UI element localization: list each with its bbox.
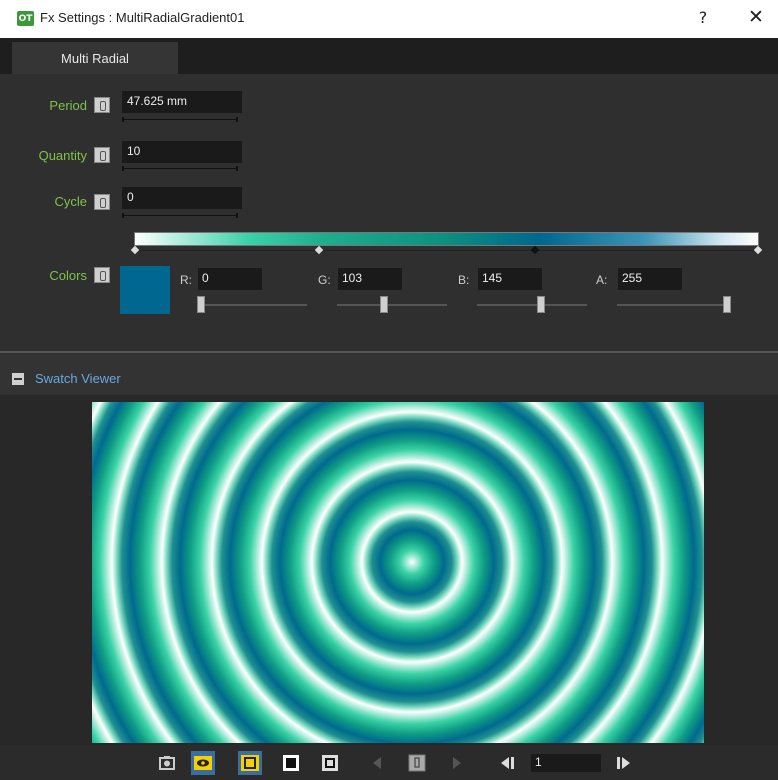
tab-strip: Multi Radial [0,38,778,74]
channel-g-field[interactable]: 103 [338,268,402,290]
help-button[interactable]: ? [693,8,713,27]
camera-icon[interactable] [155,751,179,775]
close-button[interactable]: ✕ [745,6,767,28]
eye-icon[interactable] [191,751,215,775]
channel-g-slider[interactable] [337,304,447,306]
channel-b-thumb[interactable] [537,296,546,313]
gradient-key-0[interactable] [130,245,140,255]
channel-r-slider[interactable] [197,304,307,306]
channel-b-field[interactable]: 145 [478,268,542,290]
channel-a-field[interactable]: 255 [618,268,682,290]
frame-field[interactable]: 1 [531,754,601,772]
channel-a-thumb[interactable] [723,296,731,313]
period-field[interactable]: 47.625 mm [122,91,242,113]
checker-icon[interactable] [318,751,342,775]
channel-g-label: G: [318,273,331,287]
last-frame-icon[interactable] [612,751,636,775]
cycle-field[interactable]: 0 [122,187,242,209]
key-icon[interactable] [94,267,110,283]
swatch-viewer-title[interactable]: Swatch Viewer [35,371,121,386]
channel-r-label: R: [180,273,192,287]
key-icon[interactable] [405,751,429,775]
window-title: Fx Settings : MultiRadialGradient01 [40,10,245,25]
key-icon[interactable] [94,194,110,210]
gradient-key-3[interactable] [753,245,763,255]
gradient-track [134,250,759,251]
channel-b-slider[interactable] [477,304,587,306]
channel-r-thumb[interactable] [197,296,205,313]
prev-icon[interactable] [365,751,389,775]
title-bar: OT Fx Settings : MultiRadialGradient01 ?… [0,0,778,38]
quantity-label: Quantity [38,148,87,163]
gradient-key-selected[interactable] [530,245,540,255]
settings-panel: Period 47.625 mm Quantity 10 Cycle 0 Col… [0,74,778,354]
key-icon[interactable] [94,147,110,163]
colors-label: Colors [49,268,87,283]
swatch-preview[interactable] [92,402,704,743]
period-label: Period [49,98,87,113]
channel-a-label: A: [596,273,608,287]
tab-multi-radial[interactable]: Multi Radial [12,42,178,74]
quantity-field[interactable]: 10 [122,141,242,163]
channel-r-field[interactable]: 0 [198,268,262,290]
next-icon[interactable] [445,751,469,775]
gradient-bar[interactable] [134,232,759,246]
first-frame-icon[interactable] [495,751,519,775]
key-icon[interactable] [94,97,110,113]
square-outline-icon[interactable] [238,751,262,775]
cycle-label: Cycle [54,194,87,209]
swatch-viewer-header: Swatch Viewer [0,353,778,395]
quantity-slider[interactable] [122,166,238,171]
collapse-icon[interactable] [12,373,24,385]
channel-a-slider[interactable] [617,304,727,306]
cycle-slider[interactable] [122,213,238,218]
gradient-key-1[interactable] [314,245,324,255]
color-swatch[interactable] [120,266,170,314]
channel-g-thumb[interactable] [379,296,388,313]
viewer-toolbar: 1 [0,745,778,780]
square-filled-icon[interactable] [279,751,303,775]
app-icon: OT [17,11,34,26]
channel-b-label: B: [458,273,470,287]
period-slider[interactable] [122,117,238,122]
